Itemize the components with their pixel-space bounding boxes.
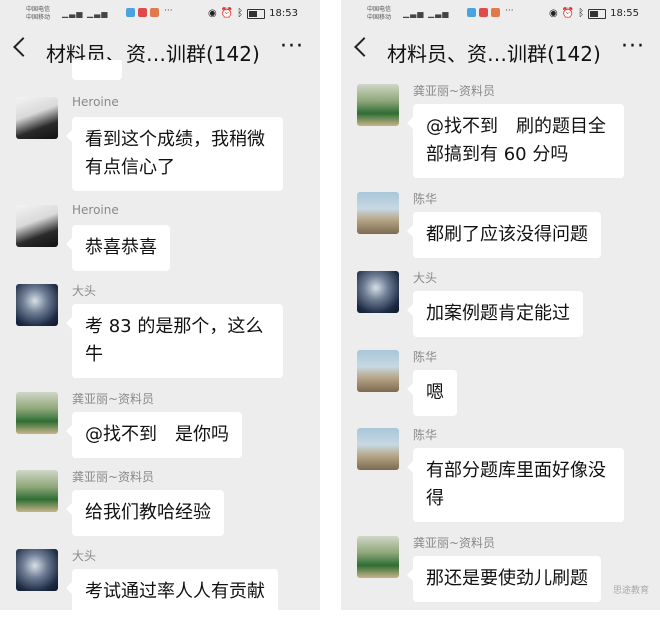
sender-name: Heroine bbox=[72, 95, 119, 109]
notification-icons bbox=[467, 8, 500, 17]
avatar[interactable] bbox=[16, 470, 58, 512]
message-bubble[interactable]: 那还是要使劲儿刷题 bbox=[407, 556, 601, 602]
sender-name: 龚亚丽~资料员 bbox=[72, 392, 155, 406]
carrier-2: 中国移动 bbox=[26, 14, 51, 21]
alarm-icon: ⏰ bbox=[561, 8, 575, 19]
sender-name: 龚亚丽~资料员 bbox=[413, 84, 496, 98]
avatar[interactable] bbox=[16, 97, 58, 139]
chat-header: 材料员、资…训群(142) ··· bbox=[0, 28, 320, 76]
app-notification-icon bbox=[479, 8, 488, 17]
notification-icons bbox=[126, 8, 159, 17]
more-notifications-icon: ··· bbox=[505, 6, 514, 16]
back-arrow-icon[interactable] bbox=[13, 37, 33, 57]
avatar[interactable] bbox=[357, 428, 399, 470]
more-notifications-icon: ··· bbox=[164, 6, 173, 16]
system-status: ◉ ⏰ ᛒ 18:55 bbox=[549, 8, 639, 19]
carrier-1: 中国电信 bbox=[26, 6, 51, 13]
battery-icon bbox=[588, 8, 607, 19]
signal-icon: ▁▃▅ ▁▃▅ bbox=[62, 9, 109, 18]
sender-name: 龚亚丽~资料员 bbox=[413, 536, 496, 550]
message-bubble[interactable]: 看到这个成绩，我稍微有点信心了 bbox=[66, 117, 283, 191]
message-bubble[interactable]: 嗯 bbox=[407, 370, 457, 416]
clock-time: 18:55 bbox=[610, 8, 639, 19]
avatar[interactable] bbox=[357, 192, 399, 234]
carrier-1: 中国电信 bbox=[367, 6, 392, 13]
alarm-icon: ⏰ bbox=[220, 8, 234, 19]
avatar[interactable] bbox=[16, 392, 58, 434]
sender-name: 龚亚丽~资料员 bbox=[72, 470, 155, 484]
clock-time: 18:53 bbox=[269, 8, 298, 19]
chat-title: 材料员、资…训群(142) bbox=[387, 42, 601, 66]
eye-icon: ◉ bbox=[548, 8, 558, 19]
app-notification-icon bbox=[467, 8, 476, 17]
avatar[interactable] bbox=[357, 536, 399, 578]
bluetooth-icon: ᛒ bbox=[237, 8, 244, 19]
message-bubble[interactable]: @找不到 是你吗 bbox=[66, 412, 242, 458]
carrier-2: 中国移动 bbox=[367, 14, 392, 21]
system-status: ◉ ⏰ ᛒ 18:53 bbox=[208, 8, 298, 19]
left-phone-screen: 中国电信 中国移动 ▁▃▅ ▁▃▅ ··· ◉ ⏰ ᛒ 18:53 材料员、资…… bbox=[0, 0, 320, 610]
app-notification-icon bbox=[150, 8, 159, 17]
sender-name: Heroine bbox=[72, 203, 119, 217]
sender-name: 大头 bbox=[72, 284, 97, 298]
battery-icon bbox=[247, 8, 266, 19]
avatar[interactable] bbox=[357, 350, 399, 392]
message-bubble[interactable]: 有部分题库里面好像没得 bbox=[407, 448, 624, 522]
app-notification-icon bbox=[491, 8, 500, 17]
more-options-icon[interactable]: ··· bbox=[621, 34, 645, 59]
avatar[interactable] bbox=[16, 205, 58, 247]
message-bubble[interactable]: 恭喜恭喜 bbox=[66, 225, 170, 271]
sender-name: 大头 bbox=[72, 549, 97, 563]
watermark: 思途教育 bbox=[612, 586, 649, 596]
message-bubble[interactable]: @找不到 刷的题目全部搞到有 60 分吗 bbox=[407, 104, 624, 178]
message-bubble[interactable]: 考试通过率人人有贡献 bbox=[66, 569, 278, 610]
avatar[interactable] bbox=[16, 284, 58, 326]
carrier-label: 中国电信 中国移动 bbox=[26, 6, 50, 22]
sender-name: 陈华 bbox=[413, 428, 438, 442]
avatar[interactable] bbox=[357, 84, 399, 126]
status-bar: 中国电信 中国移动 ▁▃▅ ▁▃▅ ··· ◉ ⏰ ᛒ 18:55 bbox=[341, 0, 660, 26]
partial-message-bubble bbox=[72, 60, 122, 80]
signal-icon: ▁▃▅ ▁▃▅ bbox=[403, 9, 450, 18]
message-bubble[interactable]: 给我们教哈经验 bbox=[66, 490, 224, 536]
sender-name: 陈华 bbox=[413, 192, 438, 206]
avatar[interactable] bbox=[357, 271, 399, 313]
sender-name: 大头 bbox=[413, 271, 438, 285]
status-bar: 中国电信 中国移动 ▁▃▅ ▁▃▅ ··· ◉ ⏰ ᛒ 18:53 bbox=[0, 0, 320, 26]
carrier-label: 中国电信 中国移动 bbox=[367, 6, 391, 22]
eye-icon: ◉ bbox=[207, 8, 217, 19]
right-phone-screen: 中国电信 中国移动 ▁▃▅ ▁▃▅ ··· ◉ ⏰ ᛒ 18:55 材料员、资…… bbox=[341, 0, 660, 610]
avatar[interactable] bbox=[16, 549, 58, 591]
sender-name: 陈华 bbox=[413, 350, 438, 364]
bluetooth-icon: ᛒ bbox=[578, 8, 585, 19]
app-notification-icon bbox=[138, 8, 147, 17]
chat-header: 材料员、资…训群(142) ··· bbox=[341, 28, 660, 76]
app-notification-icon bbox=[126, 8, 135, 17]
message-bubble[interactable]: 加案例题肯定能过 bbox=[407, 291, 583, 337]
message-bubble[interactable]: 考 83 的是那个，这么牛 bbox=[66, 304, 283, 378]
back-arrow-icon[interactable] bbox=[354, 37, 374, 57]
more-options-icon[interactable]: ··· bbox=[280, 34, 304, 59]
message-bubble[interactable]: 都刷了应该没得问题 bbox=[407, 212, 601, 258]
